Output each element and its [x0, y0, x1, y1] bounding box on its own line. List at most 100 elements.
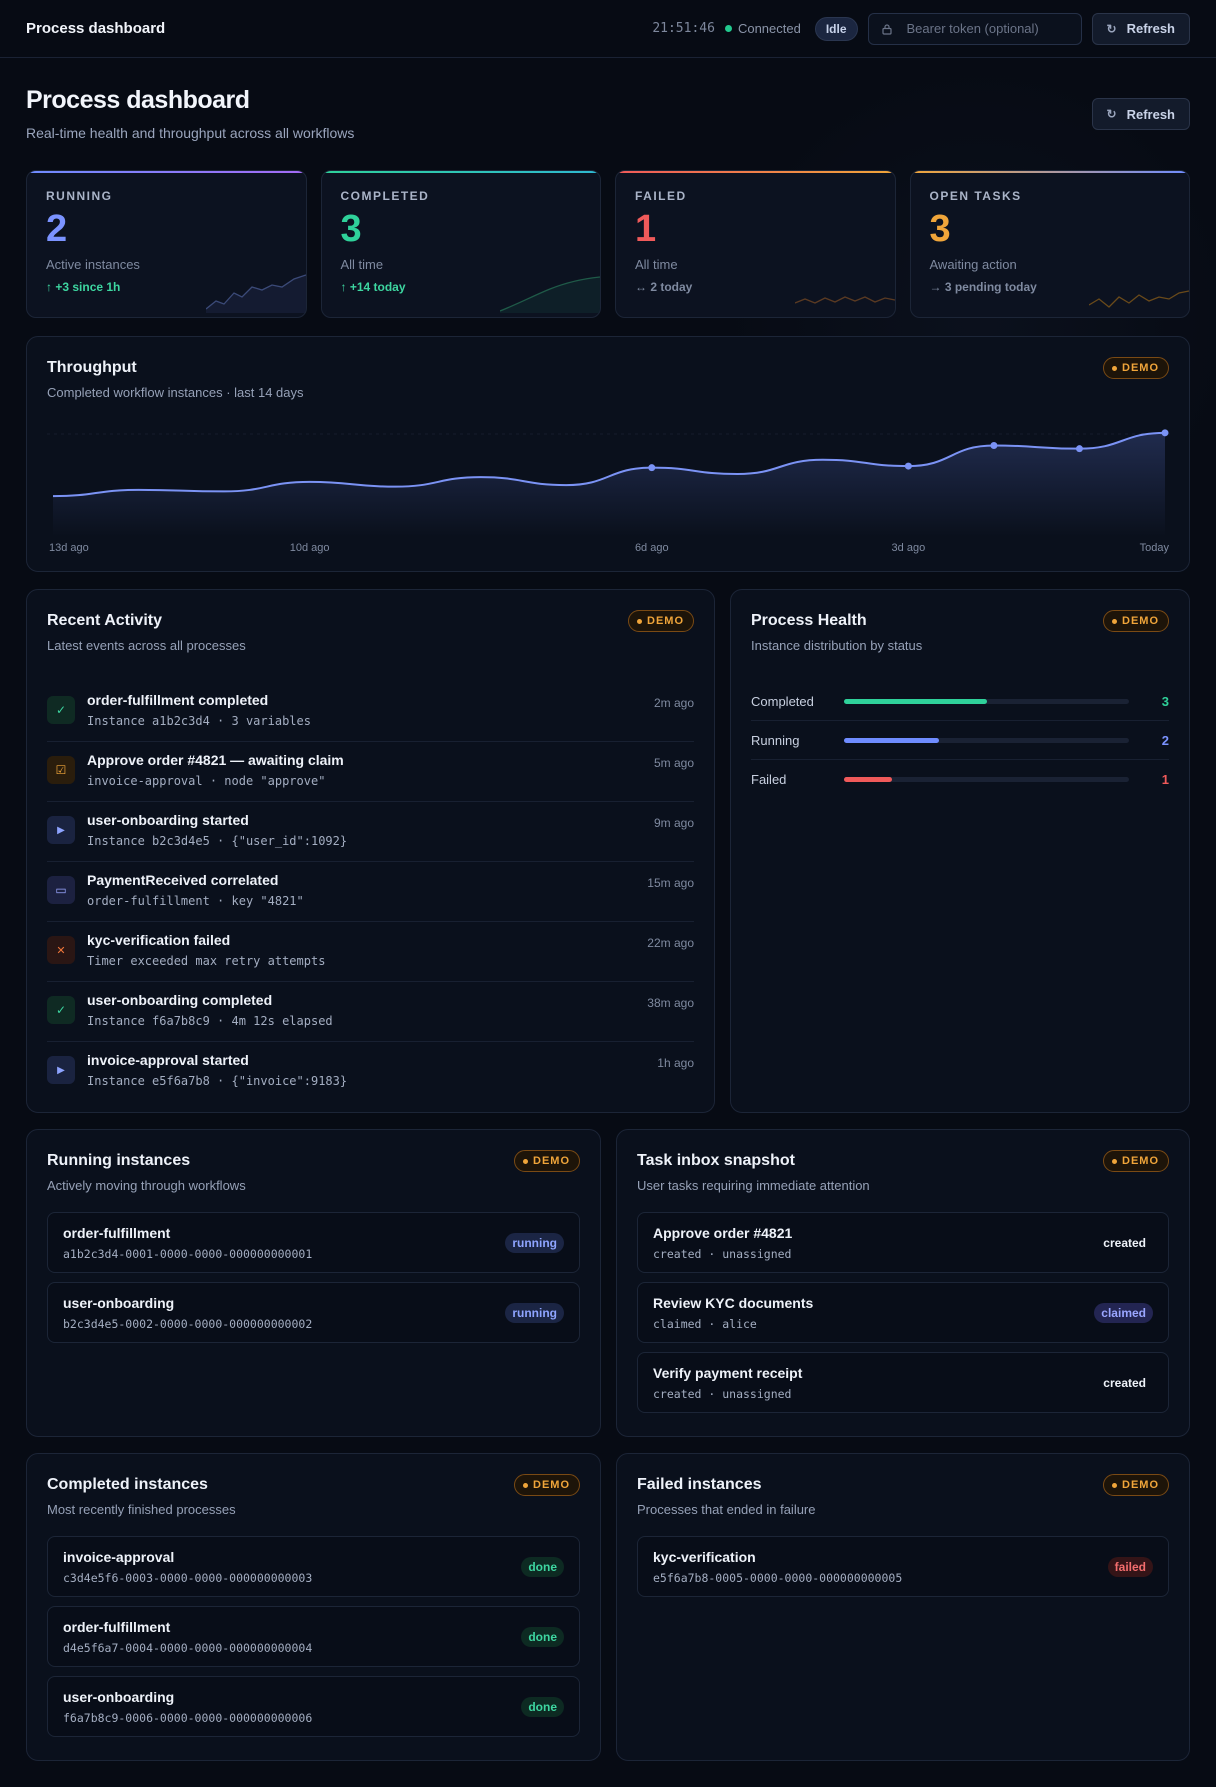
activity-item[interactable]: ▶ user-onboarding started Instance b2c3d…	[47, 802, 694, 862]
stat-label: FAILED	[635, 189, 687, 203]
close-icon: ✕	[47, 936, 75, 964]
stat-value: 2	[46, 208, 68, 250]
state-badge: Idle	[814, 16, 858, 41]
health-row-failed: Failed 1	[751, 760, 1169, 799]
activity-item[interactable]: ▭ PaymentReceived correlated order-fulfi…	[47, 862, 694, 922]
page-subtitle: Real-time health and throughput across a…	[26, 125, 355, 141]
instance-name: invoice-approval	[63, 1549, 175, 1565]
message-icon: ▭	[47, 876, 75, 904]
instance-id: d4e5f6a7-0004-0000-0000-000000000004	[63, 1641, 313, 1655]
health-track	[844, 737, 1129, 743]
task-item[interactable]: Verify payment receipt created · unassig…	[637, 1352, 1169, 1413]
activity-detail: order-fulfillment · key "4821"	[87, 894, 304, 908]
instance-item[interactable]: order-fulfillment d4e5f6a7-0004-0000-000…	[47, 1606, 580, 1667]
activity-time: 1h ago	[657, 1056, 694, 1070]
activity-item[interactable]: ✓ order-fulfillment completed Instance a…	[47, 682, 694, 742]
demo-badge: DEMO	[628, 610, 694, 632]
panel-subtitle: Instance distribution by status	[751, 638, 923, 653]
task-name: Approve order #4821	[653, 1225, 793, 1241]
check-icon: ✓	[47, 996, 75, 1024]
instance-item[interactable]: invoice-approval c3d4e5f6-0003-0000-0000…	[47, 1536, 580, 1597]
token-input[interactable]	[906, 21, 1067, 36]
failed-instances-panel: Failed instances Processes that ended in…	[616, 1453, 1190, 1761]
x-tick-label: Today	[1140, 542, 1170, 554]
top-bar: Process dashboard 21:51:46 Connected Idl…	[0, 0, 1216, 58]
task-meta: created · unassigned	[653, 1387, 792, 1401]
health-row-running: Running 2	[751, 721, 1169, 760]
activity-item[interactable]: ✓ user-onboarding completed Instance f6a…	[47, 982, 694, 1042]
refresh-label: Refresh	[1126, 106, 1175, 122]
status-badge: claimed	[1094, 1303, 1153, 1323]
instance-name: order-fulfillment	[63, 1619, 171, 1635]
health-list: Completed 3 Running 2 Failed 1	[751, 682, 1169, 799]
activity-time: 22m ago	[647, 936, 694, 950]
instance-id: c3d4e5f6-0003-0000-0000-000000000003	[63, 1571, 313, 1585]
health-label: Completed	[751, 693, 814, 709]
health-value: 1	[1161, 772, 1169, 787]
instance-item[interactable]: user-onboarding b2c3d4e5-0002-0000-0000-…	[47, 1282, 580, 1343]
page-header: Process dashboard Real-time health and t…	[26, 86, 1190, 141]
page-title: Process dashboard	[26, 86, 250, 114]
panel-subtitle: Most recently finished processes	[47, 1502, 236, 1517]
topbar-refresh-button[interactable]: ↻ Refresh	[1091, 12, 1190, 45]
activity-title: user-onboarding started	[87, 812, 249, 828]
chart-point	[990, 442, 998, 449]
activity-item[interactable]: ✕ kyc-verification failed Timer exceeded…	[47, 922, 694, 982]
activity-detail: Instance a1b2c3d4 · 3 variables	[87, 714, 311, 728]
instance-list: kyc-verification e5f6a7b8-0005-0000-0000…	[637, 1536, 1169, 1606]
stat-value: 3	[929, 208, 951, 250]
refresh-icon: ↻	[1106, 107, 1117, 121]
health-track	[844, 698, 1129, 704]
recent-activity-panel: Recent Activity Latest events across all…	[26, 589, 715, 1113]
x-tick-label: 6d ago	[635, 542, 669, 554]
x-tick-label: 3d ago	[892, 542, 926, 554]
activity-title: kyc-verification failed	[87, 932, 231, 948]
task-name: Verify payment receipt	[653, 1365, 803, 1381]
status-badge: done	[521, 1697, 564, 1717]
status-badge: running	[505, 1303, 564, 1323]
header-refresh-button[interactable]: ↻ Refresh	[1091, 98, 1190, 130]
chart-point	[904, 462, 912, 470]
activity-item[interactable]: ☑ Approve order #4821 — awaiting claim i…	[47, 742, 694, 802]
activity-time: 38m ago	[647, 996, 694, 1010]
activity-list: ✓ order-fulfillment completed Instance a…	[47, 682, 694, 1102]
health-bar	[844, 698, 987, 704]
activity-detail: invoice-approval · node "approve"	[87, 774, 326, 788]
panel-title: Completed instances	[47, 1476, 208, 1493]
status-badge: done	[521, 1627, 564, 1647]
status-dot-icon	[724, 25, 732, 32]
completed-instances-panel: Completed instances Most recently finish…	[26, 1453, 601, 1761]
activity-title: PaymentReceived correlated	[87, 872, 279, 888]
activity-title: order-fulfillment completed	[87, 692, 269, 708]
instance-name: user-onboarding	[63, 1689, 175, 1705]
throughput-panel: Throughput Completed workflow instances …	[26, 336, 1190, 572]
status-badge: running	[505, 1233, 564, 1253]
task-item[interactable]: Review KYC documents claimed · alice cla…	[637, 1282, 1169, 1343]
activity-detail: Instance b2c3d4e5 · {"user_id":1092}	[87, 834, 348, 848]
sparkline	[205, 274, 306, 313]
panel-title: Running instances	[47, 1152, 191, 1169]
token-field[interactable]	[867, 12, 1082, 45]
stat-cards: RUNNING 2 Active instances ↑ +3 since 1h…	[26, 170, 1190, 318]
connection-status: Connected	[724, 21, 801, 36]
panel-subtitle: Completed workflow instances · last 14 d…	[47, 385, 304, 400]
demo-badge: DEMO	[514, 1150, 580, 1172]
instance-item[interactable]: user-onboarding f6a7b8c9-0006-0000-0000-…	[47, 1676, 580, 1737]
activity-title: user-onboarding completed	[87, 992, 273, 1008]
demo-badge: DEMO	[1103, 357, 1169, 379]
chart-point	[1075, 445, 1083, 453]
panel-title: Failed instances	[637, 1476, 762, 1493]
task-item[interactable]: Approve order #4821 created · unassigned…	[637, 1212, 1169, 1273]
activity-item[interactable]: ▶ invoice-approval started Instance e5f6…	[47, 1042, 694, 1102]
connection-label: Connected	[737, 21, 801, 36]
health-value: 2	[1161, 732, 1169, 748]
stat-label: RUNNING	[46, 189, 113, 203]
chart-point	[648, 464, 656, 472]
app-brand: Process dashboard	[26, 20, 166, 37]
activity-time: 2m ago	[653, 696, 694, 710]
health-label: Failed	[751, 772, 787, 787]
instance-item[interactable]: order-fulfillment a1b2c3d4-0001-0000-000…	[47, 1212, 580, 1273]
status-badge: created	[1103, 1376, 1146, 1390]
stat-description: Awaiting action	[929, 256, 1017, 272]
instance-item[interactable]: kyc-verification e5f6a7b8-0005-0000-0000…	[637, 1536, 1169, 1597]
